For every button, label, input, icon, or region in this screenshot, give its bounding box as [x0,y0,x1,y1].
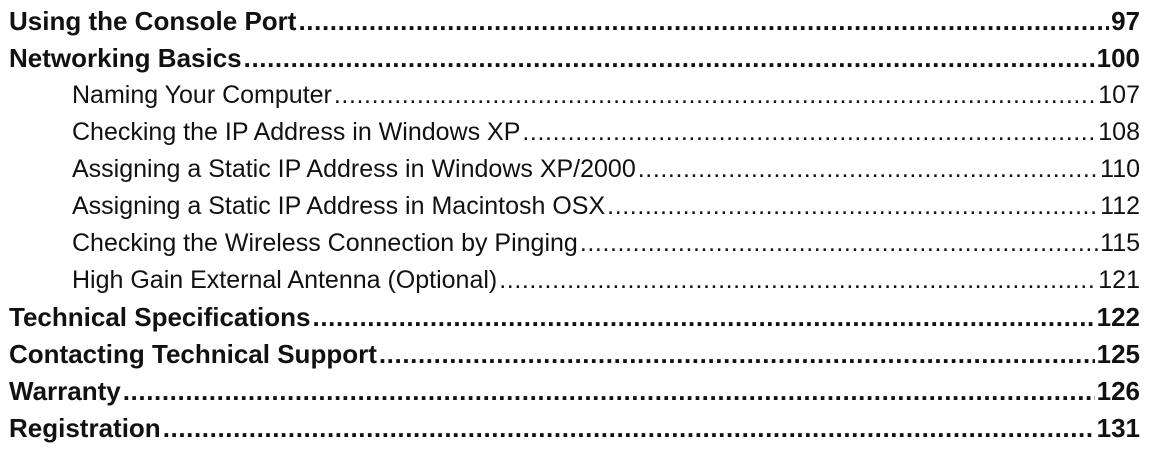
toc-entry-title: Checking the Wireless Connection by Ping… [72,229,578,257]
toc-entry-static-ip-macintosh-osx[interactable]: Assigning a Static IP Address in Macinto… [9,188,1140,225]
toc-entry-title: Checking the IP Address in Windows XP [72,118,521,146]
toc-page-number: 110 [1100,155,1140,183]
toc-entry-networking-basics[interactable]: Networking Basics 100 [9,40,1140,77]
toc-entry-checking-wireless-connection[interactable]: Checking the Wireless Connection by Ping… [9,225,1140,262]
toc-entry-registration[interactable]: Registration 131 [9,410,1140,447]
toc-dot-leader [334,77,1096,114]
toc-dot-leader [499,262,1096,299]
toc-dot-leader [244,40,1095,77]
toc-dot-leader [298,3,1109,40]
toc-page-number: 108 [1098,118,1140,146]
toc-page-number: 121 [1098,266,1140,294]
toc-dot-leader [313,299,1095,336]
toc-entry-technical-specifications[interactable]: Technical Specifications 122 [9,299,1140,336]
toc-entry-title: Networking Basics [9,43,242,73]
toc-page-number: 125 [1096,339,1140,369]
toc-entry-title: Technical Specifications [9,302,311,332]
toc-page-number: 100 [1096,43,1140,73]
toc-entry-checking-ip-address-windows-xp[interactable]: Checking the IP Address in Windows XP 10… [9,114,1140,151]
toc-entry-warranty[interactable]: Warranty 126 [9,373,1140,410]
toc-page-number: 126 [1096,376,1140,406]
toc-page-number: 115 [1100,229,1140,257]
toc-entry-naming-your-computer[interactable]: Naming Your Computer 107 [9,77,1140,114]
toc-dot-leader [379,336,1095,373]
toc-page-number: 112 [1100,192,1140,220]
toc-entry-title: Naming Your Computer [72,81,332,109]
table-of-contents: Using the Console Port 97 Networking Bas… [9,3,1140,447]
toc-dot-leader [638,151,1098,188]
toc-entry-title: Registration [9,413,161,443]
toc-dot-leader [522,114,1096,151]
toc-entry-title: Contacting Technical Support [9,339,377,369]
toc-page-number: 107 [1098,81,1140,109]
toc-page-number: 97 [1111,6,1140,36]
toc-entry-title: Assigning a Static IP Address in Macinto… [72,192,606,220]
toc-entry-contacting-technical-support[interactable]: Contacting Technical Support 125 [9,336,1140,373]
toc-page-number: 131 [1096,413,1140,443]
toc-entry-title: High Gain External Antenna (Optional) [72,266,498,294]
toc-entry-title: Using the Console Port [9,6,297,36]
toc-dot-leader [163,410,1095,447]
toc-dot-leader [607,188,1098,225]
toc-entry-title: Warranty [9,376,121,406]
toc-entry-static-ip-windows-xp-2000[interactable]: Assigning a Static IP Address in Windows… [9,151,1140,188]
toc-dot-leader [123,373,1095,410]
toc-entry-using-the-console-port[interactable]: Using the Console Port 97 [9,3,1140,40]
toc-entry-high-gain-external-antenna[interactable]: High Gain External Antenna (Optional) 12… [9,262,1140,299]
toc-dot-leader [580,225,1098,262]
toc-entry-title: Assigning a Static IP Address in Windows… [72,155,636,183]
toc-page-number: 122 [1096,302,1140,332]
